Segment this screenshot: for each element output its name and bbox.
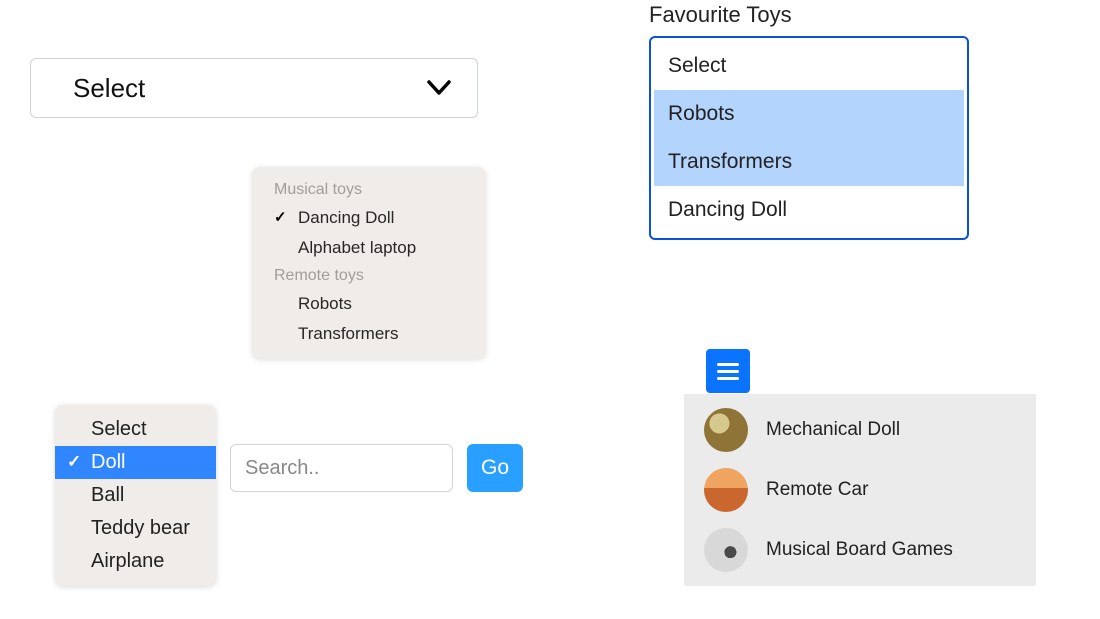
option-select[interactable]: Select xyxy=(55,413,216,446)
favourites-listbox[interactable]: Select Robots Transformers Dancing Doll xyxy=(649,36,969,240)
option-robots[interactable]: Robots xyxy=(654,90,964,138)
option-select[interactable]: Select xyxy=(654,42,964,90)
chevron-down-icon xyxy=(427,80,451,96)
favourites-label: Favourite Toys xyxy=(649,2,792,28)
menu-item-remote-car[interactable]: Remote Car xyxy=(684,460,1036,520)
option-teddy-bear[interactable]: Teddy bear xyxy=(55,512,216,545)
search-group: Go xyxy=(230,444,523,492)
pieces-icon xyxy=(704,528,748,572)
menu-item-musical-board-games[interactable]: Musical Board Games xyxy=(684,520,1036,580)
hamburger-menu: Mechanical Doll Remote Car Musical Board… xyxy=(684,394,1036,586)
grouped-select-popup: Musical toys Dancing Doll Alphabet lapto… xyxy=(252,167,486,359)
single-select-popup: Select Doll Ball Teddy bear Airplane xyxy=(55,405,216,586)
menu-item-mechanical-doll[interactable]: Mechanical Doll xyxy=(684,400,1036,460)
option-transformers[interactable]: Transformers xyxy=(654,138,964,186)
hamburger-icon xyxy=(717,370,739,373)
option-alphabet-laptop[interactable]: Alphabet laptop xyxy=(252,233,486,263)
option-dancing-doll[interactable]: Dancing Doll xyxy=(654,186,964,234)
gears-icon xyxy=(704,408,748,452)
option-doll[interactable]: Doll xyxy=(55,446,216,479)
select-value: Select xyxy=(73,73,145,104)
option-robots[interactable]: Robots xyxy=(252,289,486,319)
go-button[interactable]: Go xyxy=(467,444,523,492)
option-dancing-doll[interactable]: Dancing Doll xyxy=(252,203,486,233)
option-ball[interactable]: Ball xyxy=(55,479,216,512)
select-dropdown[interactable]: Select xyxy=(30,58,478,118)
search-input[interactable] xyxy=(230,444,453,492)
option-airplane[interactable]: Airplane xyxy=(55,545,216,578)
menu-item-label: Mechanical Doll xyxy=(766,419,900,441)
hamburger-button[interactable] xyxy=(706,349,750,393)
optgroup-label: Remote toys xyxy=(252,263,486,289)
optgroup-label: Musical toys xyxy=(252,177,486,203)
menu-item-label: Musical Board Games xyxy=(766,539,953,561)
car-icon xyxy=(704,468,748,512)
menu-item-label: Remote Car xyxy=(766,479,868,501)
option-transformers[interactable]: Transformers xyxy=(252,319,486,349)
